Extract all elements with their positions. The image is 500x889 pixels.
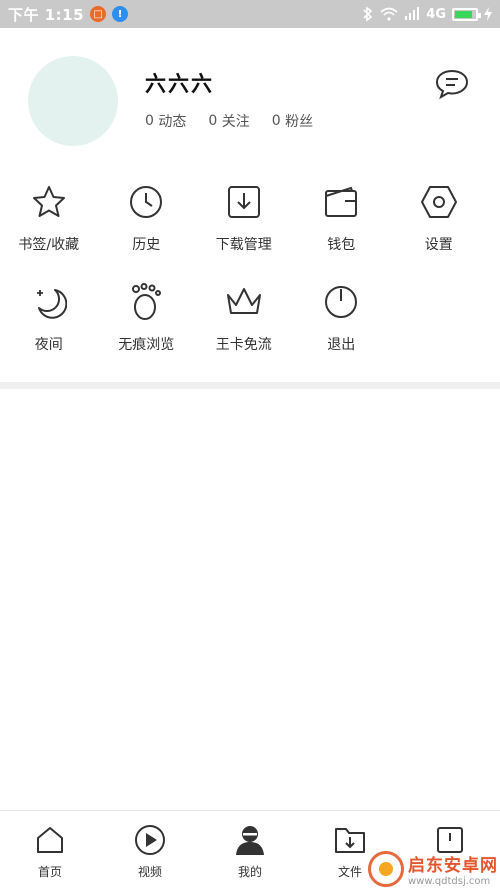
user-icon — [236, 826, 264, 855]
menu-bookmarks[interactable]: 书签/收藏 — [0, 180, 98, 280]
menu-settings-label: 设置 — [424, 237, 453, 253]
stat-followers-label: 粉丝 — [285, 114, 314, 130]
message-button[interactable] — [432, 66, 472, 102]
menu-history-label: 历史 — [132, 237, 161, 253]
tab-video-label: 视频 — [137, 865, 162, 879]
menu-downloads[interactable]: 下载管理 — [195, 180, 293, 280]
stat-posts[interactable]: 0 动态 — [145, 111, 186, 131]
menu-wallet-label: 钱包 — [327, 237, 356, 253]
menu-history[interactable]: 历史 — [98, 180, 196, 280]
watermark: 启东安卓网 www.qdtdsj.com — [368, 848, 500, 889]
status-indicators: 4G — [362, 6, 492, 22]
menu-wallet[interactable]: 钱包 — [293, 180, 391, 280]
status-time: 下午 1:15 — [8, 5, 85, 24]
charging-icon — [484, 7, 492, 21]
notification-info-icon: ! — [112, 6, 129, 22]
menu-row-1: 书签/收藏 历史 下载管理 钱包 设置 — [0, 180, 500, 280]
menu-king-card[interactable]: 王卡免流 — [195, 280, 293, 380]
watermark-logo-icon — [368, 850, 404, 887]
download-icon — [227, 186, 260, 218]
bluetooth-icon — [363, 6, 373, 22]
menu-logout-label: 退出 — [327, 337, 356, 353]
stat-following[interactable]: 0 关注 — [208, 111, 249, 131]
crown-icon — [226, 288, 261, 314]
footprint-icon — [132, 283, 162, 320]
stat-posts-label: 动态 — [158, 114, 187, 130]
clock-icon — [130, 186, 163, 218]
battery-icon — [452, 7, 481, 21]
wallet-icon — [325, 186, 358, 217]
tab-home[interactable]: 首页 — [0, 811, 100, 889]
notification-app-icon: □ — [90, 6, 107, 22]
tab-home-label: 首页 — [37, 865, 62, 879]
power-icon — [325, 286, 358, 318]
avatar[interactable] — [28, 56, 118, 146]
menu-settings[interactable]: 设置 — [390, 180, 488, 280]
stat-posts-count: 0 — [145, 113, 154, 129]
username[interactable]: 六六六 — [145, 68, 214, 98]
menu-grid: 书签/收藏 历史 下载管理 钱包 设置 夜间 无痕浏览 王卡免流 退出 — [0, 180, 500, 380]
menu-night-mode-label: 夜间 — [34, 337, 63, 353]
menu-row-2: 夜间 无痕浏览 王卡免流 退出 — [0, 280, 500, 380]
menu-king-card-label: 王卡免流 — [215, 337, 272, 353]
wifi-icon — [380, 7, 398, 21]
profile-header: 六六六 0 动态 0 关注 0 粉丝 — [0, 28, 500, 158]
menu-bookmarks-label: 书签/收藏 — [18, 237, 80, 253]
menu-incognito-label: 无痕浏览 — [118, 337, 175, 353]
menu-incognito[interactable]: 无痕浏览 — [98, 280, 196, 380]
watermark-title: 启东安卓网 — [408, 855, 498, 876]
network-type: 4G — [426, 6, 446, 22]
home-icon — [37, 827, 63, 853]
play-icon — [135, 825, 165, 855]
menu-downloads-label: 下载管理 — [215, 237, 272, 253]
stat-followers-count: 0 — [271, 113, 281, 129]
tab-video[interactable]: 视频 — [100, 811, 200, 889]
profile-stats: 0 动态 0 关注 0 粉丝 — [145, 111, 313, 131]
stat-followers[interactable]: 0 粉丝 — [272, 111, 313, 131]
settings-icon — [420, 186, 457, 218]
watermark-url: www.qdtdsj.com — [408, 875, 491, 887]
signal-icon — [405, 7, 420, 20]
folder-download-icon — [335, 828, 365, 853]
status-bar: 下午 1:15 □ ! 4G — [0, 0, 500, 28]
section-divider — [0, 382, 500, 389]
menu-logout[interactable]: 退出 — [293, 280, 391, 380]
message-icon — [435, 69, 469, 99]
stat-following-label: 关注 — [221, 114, 250, 130]
star-icon — [32, 186, 65, 217]
moon-icon — [36, 289, 67, 319]
tab-files-label: 文件 — [337, 865, 362, 879]
stat-following-count: 0 — [208, 113, 218, 129]
tab-mine[interactable]: 我的 — [200, 811, 300, 889]
menu-night-mode[interactable]: 夜间 — [0, 280, 98, 380]
tab-mine-label: 我的 — [237, 865, 262, 879]
